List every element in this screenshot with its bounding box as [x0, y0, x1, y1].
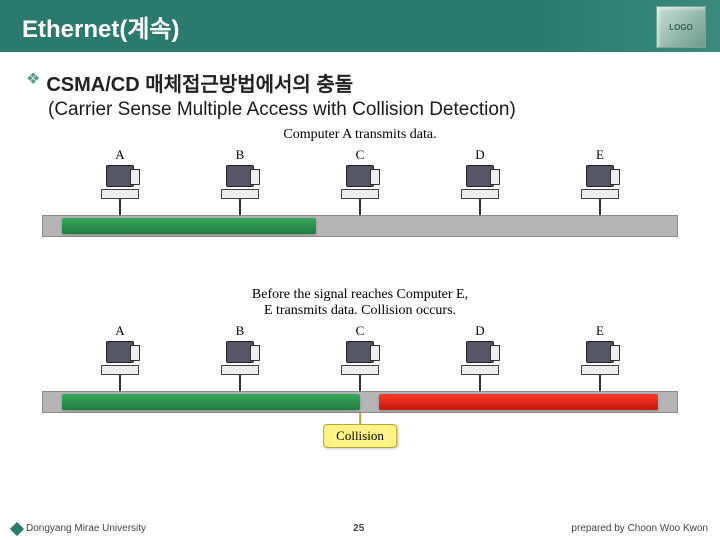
footer-left: Dongyang Mirae University: [12, 523, 146, 534]
computer-icon: [338, 341, 382, 375]
computer-row: A B C D: [42, 147, 678, 217]
computer-row: A B C D: [42, 323, 678, 393]
signal-e-arrow: [379, 394, 658, 410]
content-area: ❖ CSMA/CD 매체접근방법에서의 충돌 (Carrier Sense Mu…: [0, 52, 720, 453]
computer-icon: [458, 165, 502, 199]
heading-row: ❖ CSMA/CD 매체접근방법에서의 충돌: [26, 68, 694, 97]
node-label: E: [596, 147, 604, 163]
diagram-caption-2: Before the signal reaches Computer E, E …: [42, 287, 678, 319]
footer-author: prepared by Choon Woo Kwon: [571, 523, 708, 534]
node-label: A: [115, 323, 124, 339]
computer-node: D: [450, 147, 510, 217]
computer-icon: [218, 165, 262, 199]
signal-a-arrow: [62, 218, 316, 234]
computer-node: E: [570, 147, 630, 217]
node-label: D: [475, 323, 484, 339]
computer-node: C: [330, 323, 390, 393]
computer-node: E: [570, 323, 630, 393]
node-label: C: [356, 323, 365, 339]
caption-line: E transmits data. Collision occurs.: [264, 303, 456, 318]
section-subheading: (Carrier Sense Multiple Access with Coll…: [48, 99, 694, 121]
computer-icon: [458, 341, 502, 375]
node-label: A: [115, 147, 124, 163]
computer-icon: [578, 165, 622, 199]
computer-icon: [578, 341, 622, 375]
page-number: 25: [146, 523, 571, 534]
slide-title: Ethernet(계속): [22, 9, 180, 44]
computer-node: A: [90, 323, 150, 393]
footer-university: Dongyang Mirae University: [26, 523, 146, 534]
section-heading: CSMA/CD 매체접근방법에서의 충돌: [46, 68, 353, 97]
computer-node: D: [450, 323, 510, 393]
computer-node: B: [210, 147, 270, 217]
node-label: D: [475, 147, 484, 163]
node-label: B: [236, 323, 245, 339]
computer-node: C: [330, 147, 390, 217]
collision-label: Collision: [323, 424, 397, 448]
computer-icon: [98, 341, 142, 375]
caption-line: Before the signal reaches Computer E,: [252, 287, 468, 302]
title-bar: Ethernet(계속) LOGO: [0, 0, 720, 52]
signal-a-arrow: [62, 394, 360, 410]
computer-icon: [98, 165, 142, 199]
bus-cable: Collision: [42, 391, 678, 413]
logo-badge: LOGO: [656, 6, 706, 48]
bus-cable: [42, 215, 678, 237]
diagram-bus-1: A B C D: [42, 147, 678, 277]
node-label: E: [596, 323, 604, 339]
computer-node: B: [210, 323, 270, 393]
diamond-bullet-icon: ❖: [26, 68, 40, 92]
node-label: C: [356, 147, 365, 163]
footer: Dongyang Mirae University 25 prepared by…: [0, 523, 720, 534]
diagram-bus-2: A B C D: [42, 323, 678, 453]
diagram-area: Computer A transmits data. A B C: [26, 127, 694, 453]
diagram-caption-1: Computer A transmits data.: [42, 127, 678, 143]
diamond-icon: [10, 521, 24, 535]
computer-icon: [338, 165, 382, 199]
computer-icon: [218, 341, 262, 375]
node-label: B: [236, 147, 245, 163]
computer-node: A: [90, 147, 150, 217]
